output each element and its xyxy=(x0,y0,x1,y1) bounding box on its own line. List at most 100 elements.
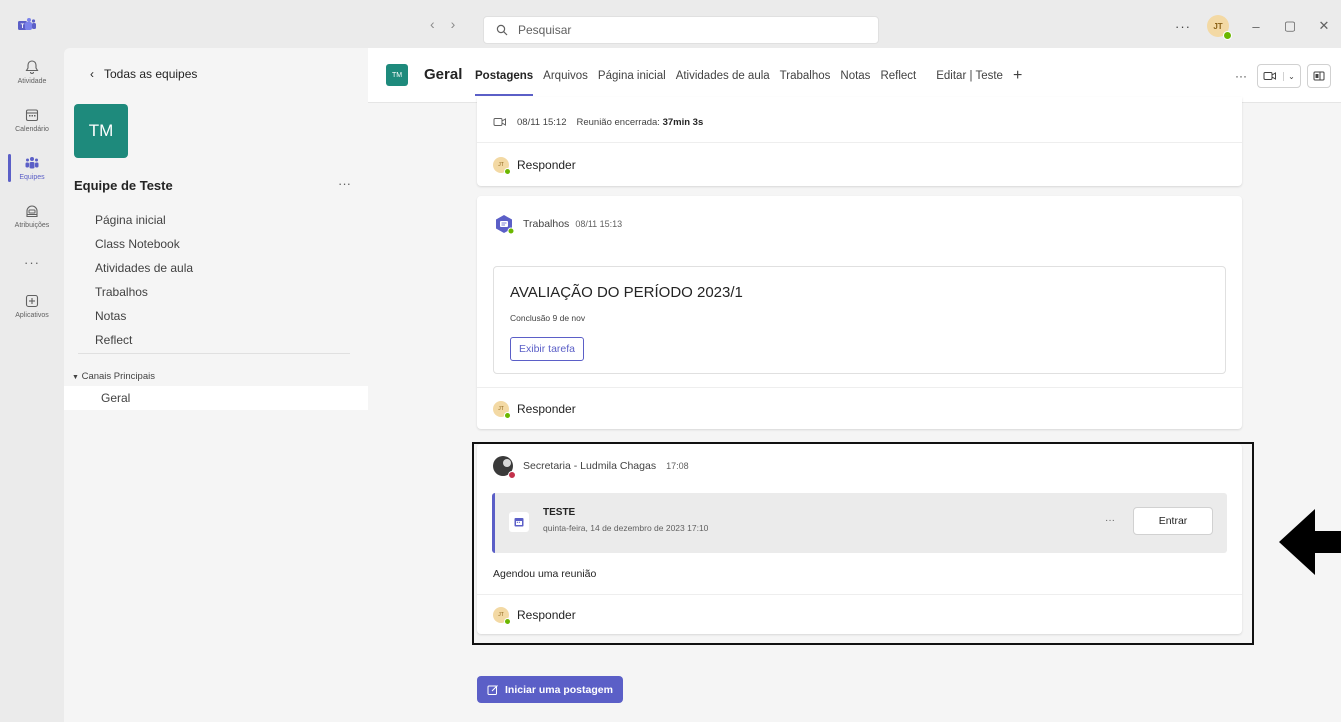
restore-button[interactable]: ▢ xyxy=(1273,12,1307,40)
minimize-button[interactable]: – xyxy=(1239,12,1273,40)
tab-atividades-de-aula[interactable]: Atividades de aula xyxy=(676,70,770,82)
channel-header: TM Geral Postagens Arquivos Página inici… xyxy=(368,48,1341,103)
post-author: Trabalhos xyxy=(523,218,570,230)
post-author-line: Secretaria - Ludmila Chagas 17:08 xyxy=(477,450,1242,482)
user-initials: JT xyxy=(1213,21,1223,31)
user-avatar[interactable]: JT xyxy=(1207,15,1232,40)
rail-label: Aplicativos xyxy=(15,312,49,319)
meeting-ended-text: Reunião encerrada: 37min 3s xyxy=(576,117,703,128)
team-more-button[interactable]: ··· xyxy=(338,176,351,191)
add-tab-button[interactable]: + xyxy=(1013,67,1022,85)
panel-icon xyxy=(1313,71,1325,81)
bell-icon xyxy=(25,60,39,74)
close-button[interactable]: ✕ xyxy=(1307,12,1341,40)
presence-available-icon xyxy=(504,167,511,175)
rail-item-more[interactable]: ··· xyxy=(0,238,64,286)
sidebar-item-pagina-inicial[interactable]: Página inicial xyxy=(95,208,193,232)
meeting-card[interactable]: TESTE quinta-feira, 14 de dezembro de 20… xyxy=(492,493,1227,553)
team-avatar[interactable]: TM xyxy=(74,104,128,158)
channels-group-header[interactable]: ▼ Canais Principais xyxy=(72,371,155,382)
sidebar-item-trabalhos[interactable]: Trabalhos xyxy=(95,280,193,304)
channel-tabs: Postagens Arquivos Página inicial Ativid… xyxy=(475,64,1032,96)
assignments-icon xyxy=(26,205,38,218)
compose-icon xyxy=(487,684,498,695)
user-avatar: JT xyxy=(493,400,511,419)
user-avatar: JT xyxy=(493,606,511,625)
team-name[interactable]: Equipe de Teste xyxy=(74,178,173,193)
chevron-left-icon: ‹ xyxy=(90,67,94,81)
tab-postagens[interactable]: Postagens xyxy=(475,70,534,96)
post-author: Secretaria - Ludmila Chagas xyxy=(523,460,657,472)
video-camera-icon xyxy=(493,118,506,126)
rail-item-aplicativos[interactable]: Aplicativos xyxy=(0,282,64,330)
back-to-all-teams-link[interactable]: ‹ Todas as equipes xyxy=(90,67,197,81)
sidebar-item-notas[interactable]: Notas xyxy=(95,304,193,328)
rail-label: Equipes xyxy=(19,174,45,181)
sidebar-item-atividades-de-aula[interactable]: Atividades de aula xyxy=(95,256,193,280)
tab-pagina-inicial[interactable]: Página inicial xyxy=(598,70,666,82)
sidebar-item-class-notebook[interactable]: Class Notebook xyxy=(95,232,193,256)
rail-item-calendario[interactable]: Calendário xyxy=(0,96,64,144)
channel-title: Geral xyxy=(424,66,463,83)
reply-button[interactable]: JT Responder xyxy=(477,388,1242,429)
posts-feed: 08/11 15:12 Reunião encerrada: 37min 3s … xyxy=(368,97,1341,722)
tab-trabalhos[interactable]: Trabalhos xyxy=(780,70,831,82)
channels-header-label: Canais Principais xyxy=(81,371,155,382)
join-meeting-button[interactable]: Entrar xyxy=(1133,507,1213,535)
caret-down-icon: ▼ xyxy=(72,374,79,381)
calendar-icon xyxy=(509,512,529,532)
rail-label: Calendário xyxy=(15,126,49,133)
tab-reflect[interactable]: Reflect xyxy=(880,70,916,82)
new-post-label: Iniciar uma postagem xyxy=(505,683,613,696)
teams-icon xyxy=(25,157,39,169)
rail-label: Atividade xyxy=(17,78,47,85)
chevron-right-icon[interactable]: › xyxy=(451,16,456,32)
reply-button[interactable]: JT Responder xyxy=(477,595,1242,634)
meeting-date: quinta-feira, 14 de dezembro de 2023 17:… xyxy=(543,523,709,533)
assignment-due: Conclusão 9 de nov xyxy=(510,313,586,323)
tab-editar-teste[interactable]: Editar | Teste xyxy=(936,70,1003,82)
svg-text:T: T xyxy=(21,24,25,30)
back-label: Todas as equipes xyxy=(104,67,198,81)
meeting-ended-datetime: 08/11 15:12 xyxy=(517,116,567,128)
channel-info-button[interactable] xyxy=(1307,64,1331,88)
meeting-ended-label: Reunião encerrada: xyxy=(576,116,660,128)
reply-button[interactable]: JT Responder xyxy=(477,143,1242,186)
more-options-button[interactable]: ··· xyxy=(1169,19,1197,34)
reply-label: Responder xyxy=(517,401,576,416)
search-placeholder: Pesquisar xyxy=(518,23,572,37)
assignments-app-icon xyxy=(496,215,515,235)
post-time: 08/11 15:13 xyxy=(575,219,623,229)
presence-available-icon xyxy=(504,617,511,625)
meet-button[interactable]: ⌄ xyxy=(1257,64,1301,88)
chevron-down-icon: ⌄ xyxy=(1283,71,1295,81)
chevron-left-icon[interactable]: ‹ xyxy=(430,16,435,32)
divider xyxy=(78,353,350,354)
rail-item-atividade[interactable]: Atividade xyxy=(0,48,64,96)
meeting-post-card: Secretaria - Ludmila Chagas 17:08 TESTE … xyxy=(477,444,1242,634)
search-input[interactable]: Pesquisar xyxy=(483,16,879,44)
rail-item-atribuicoes[interactable]: Atribuições xyxy=(0,192,64,240)
assignment-title: AVALIAÇÃO DO PERÍODO 2023/1 xyxy=(510,284,743,301)
assignment-card: AVALIAÇÃO DO PERÍODO 2023/1 Conclusão 9 … xyxy=(493,266,1226,374)
tab-notas[interactable]: Notas xyxy=(840,70,870,82)
tab-arquivos[interactable]: Arquivos xyxy=(543,70,588,82)
teams-logo-icon: T xyxy=(18,18,36,30)
more-icon: ··· xyxy=(24,254,40,270)
meeting-duration: 37min 3s xyxy=(662,116,704,128)
rail-item-equipes[interactable]: Equipes xyxy=(0,144,64,192)
search-icon xyxy=(496,24,508,36)
photo-highlight xyxy=(503,459,511,467)
sidebar-item-reflect[interactable]: Reflect xyxy=(95,328,193,352)
user-initials: JT xyxy=(498,611,504,618)
new-post-button[interactable]: Iniciar uma postagem xyxy=(477,676,623,703)
channel-item-geral[interactable]: Geral xyxy=(64,386,368,410)
app-rail: Atividade Calendário Equipes Atribuições… xyxy=(0,48,64,722)
user-initials: JT xyxy=(498,161,504,168)
view-assignment-button[interactable]: Exibir tarefa xyxy=(510,337,585,361)
calendar-icon xyxy=(25,109,39,122)
meeting-more-button[interactable]: ··· xyxy=(1105,515,1115,526)
channel-more-button[interactable]: ··· xyxy=(1235,69,1247,83)
user-initials: JT xyxy=(498,405,504,412)
presence-available-icon xyxy=(1223,31,1232,40)
